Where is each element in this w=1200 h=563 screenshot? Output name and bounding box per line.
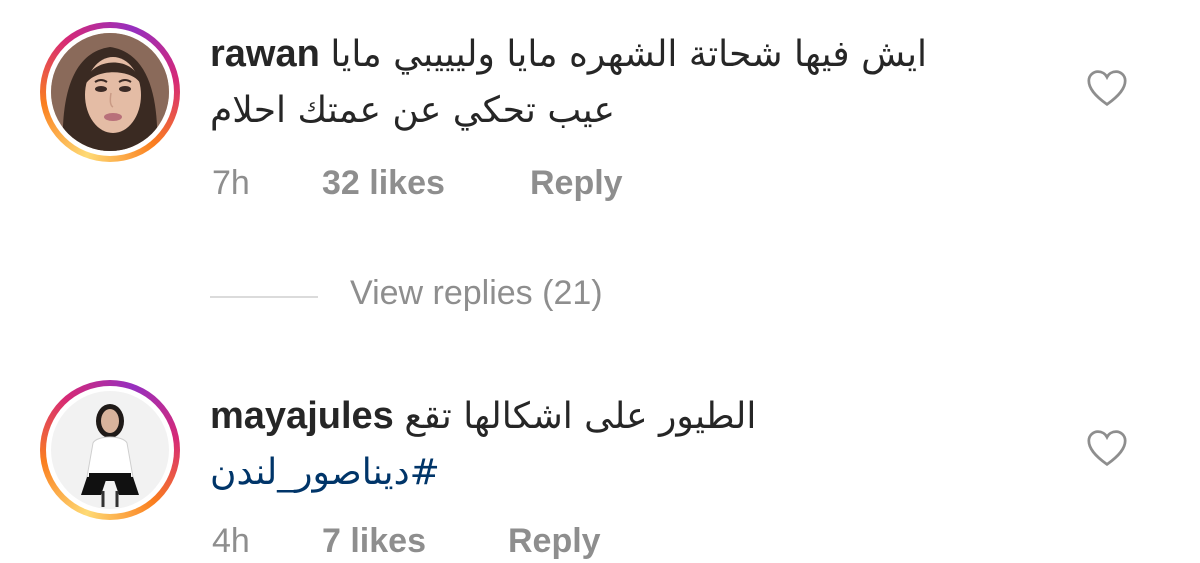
view-replies-label: View replies (21) bbox=[350, 274, 603, 312]
comment-likes[interactable]: 7 likes bbox=[322, 522, 426, 561]
reply-button[interactable]: Reply bbox=[508, 522, 601, 561]
comment-text-continued: عيب تحكي عن عمتك احلام bbox=[210, 90, 616, 131]
avatar-photo bbox=[51, 33, 169, 151]
comment-second-line: عيب تحكي عن عمتك احلام bbox=[210, 86, 615, 135]
heart-outline-icon[interactable] bbox=[1085, 428, 1129, 468]
comment-item: rawan ايش فيها شحاتة الشهره مايا وليييبي… bbox=[0, 0, 1200, 230]
comment-text: الطيور على اشكالها تقع bbox=[404, 396, 757, 437]
comment-time: 4h bbox=[212, 522, 250, 560]
comment-username[interactable]: rawan bbox=[210, 33, 320, 75]
hashtag-link[interactable]: #ديناصور_لندن bbox=[210, 452, 440, 493]
comment-first-line: mayajules الطيور على اشكالها تقع bbox=[210, 392, 756, 441]
comment-username[interactable]: mayajules bbox=[210, 395, 394, 437]
heart-outline-icon[interactable] bbox=[1085, 68, 1129, 108]
reply-button[interactable]: Reply bbox=[530, 164, 623, 203]
comment-item: mayajules الطيور على اشكالها تقع #ديناصو… bbox=[0, 360, 1200, 563]
avatar[interactable] bbox=[40, 22, 180, 162]
comment-likes[interactable]: 32 likes bbox=[322, 164, 445, 203]
comment-time: 7h bbox=[212, 164, 250, 202]
comment-first-line: rawan ايش فيها شحاتة الشهره مايا وليييبي… bbox=[210, 30, 927, 79]
avatar[interactable] bbox=[40, 380, 180, 520]
comment-text: ايش فيها شحاتة الشهره مايا وليييبي مايا bbox=[330, 34, 927, 75]
view-replies-divider bbox=[210, 296, 318, 298]
avatar-photo bbox=[51, 391, 169, 509]
comment-second-line: #ديناصور_لندن bbox=[210, 448, 440, 497]
view-replies-button[interactable]: View replies (21) bbox=[210, 272, 710, 322]
